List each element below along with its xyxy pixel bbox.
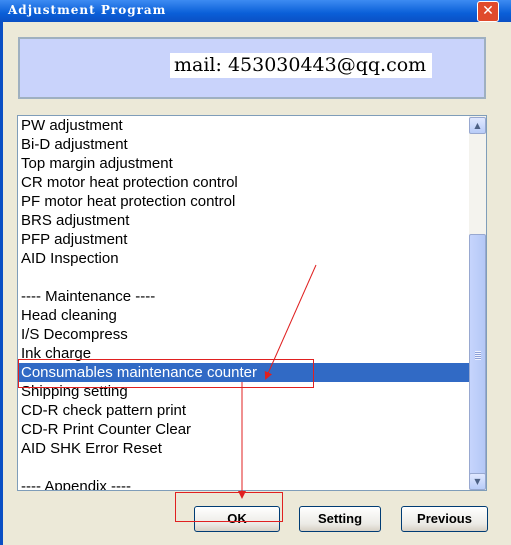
list-item-selected[interactable]: Consumables maintenance counter	[18, 363, 470, 382]
list-item[interactable]: ---- Maintenance ----	[18, 287, 470, 306]
ok-button[interactable]: OK	[194, 506, 280, 532]
scroll-up-icon[interactable]: ▲	[469, 117, 486, 134]
list-items: PW adjustment Bi-D adjustment Top margin a…	[18, 116, 470, 490]
list-item[interactable]: Head cleaning	[18, 306, 470, 325]
list-item[interactable]	[18, 458, 470, 477]
list-item[interactable]: Shipping setting	[18, 382, 470, 401]
list-item[interactable]: PW adjustment	[18, 116, 470, 135]
list-item[interactable]: CR motor heat protection control	[18, 173, 470, 192]
mail-label: mail: 453030443@qq.com	[170, 53, 433, 78]
list-item[interactable]: AID SHK Error Reset	[18, 439, 470, 458]
window-frame	[0, 22, 3, 545]
list-item[interactable]: CD-R Print Counter Clear	[18, 420, 470, 439]
list-item[interactable]: Top margin adjustment	[18, 154, 470, 173]
close-icon[interactable]: ✕	[477, 1, 499, 22]
list-item[interactable]: AID Inspection	[18, 249, 470, 268]
list-item[interactable]: ---- Appendix ----	[18, 477, 470, 490]
list-item[interactable]: CD-R check pattern print	[18, 401, 470, 420]
scroll-down-icon[interactable]: ▼	[469, 473, 486, 490]
list-item[interactable]	[18, 268, 470, 287]
list-item[interactable]: I/S Decompress	[18, 325, 470, 344]
list-item[interactable]: Ink charge	[18, 344, 470, 363]
list-item[interactable]: BRS adjustment	[18, 211, 470, 230]
setting-button[interactable]: Setting	[299, 506, 381, 532]
list-item[interactable]: Bi-D adjustment	[18, 135, 470, 154]
grip-icon	[475, 351, 481, 360]
adjustment-list[interactable]: PW adjustment Bi-D adjustment Top margin a…	[17, 115, 487, 491]
previous-button[interactable]: Previous	[401, 506, 488, 532]
scroll-thumb[interactable]	[469, 234, 486, 476]
window-title: Adjustment Program	[8, 3, 167, 17]
list-scrollbar[interactable]: ▲ ▼	[469, 116, 486, 490]
title-bar: Adjustment Program ✕	[0, 0, 511, 22]
list-item[interactable]: PFP adjustment	[18, 230, 470, 249]
list-item[interactable]: PF motor heat protection control	[18, 192, 470, 211]
